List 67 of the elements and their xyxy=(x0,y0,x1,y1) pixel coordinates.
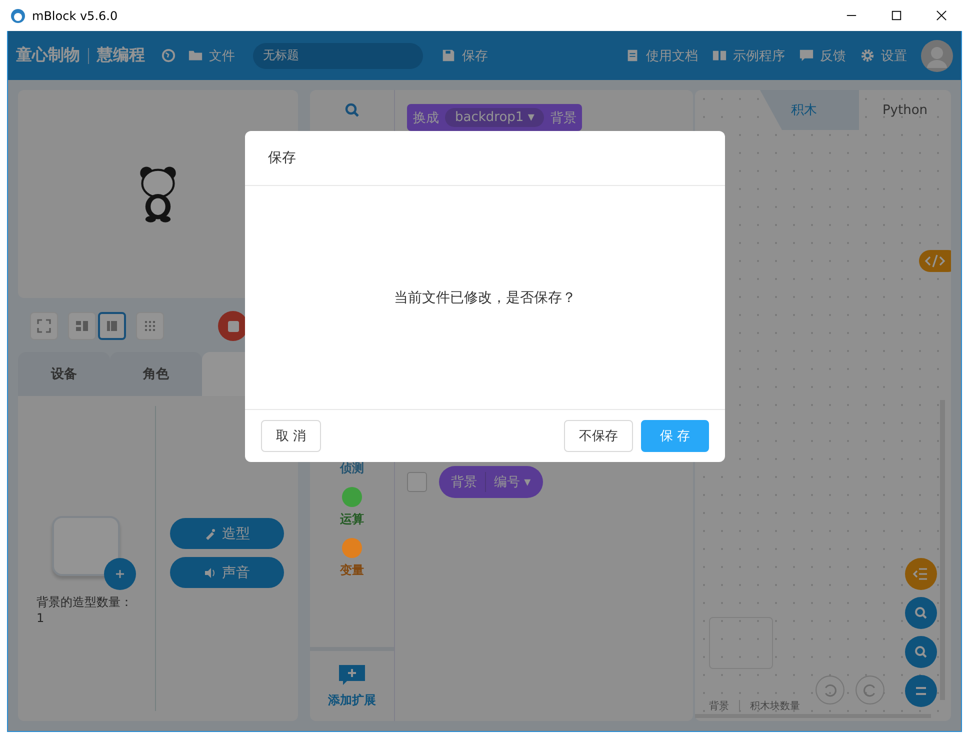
project-name-field[interactable]: 无标题 xyxy=(253,42,423,68)
avatar-icon[interactable] xyxy=(921,40,953,72)
add-extension-button[interactable]: 添加扩展 xyxy=(310,651,394,721)
dialog-button[interactable]: 取 消 xyxy=(261,420,322,452)
settings-icon xyxy=(860,48,875,63)
save-button[interactable]: 保存 xyxy=(441,46,488,64)
zoom-out-icon[interactable] xyxy=(905,636,937,668)
minimap xyxy=(709,617,773,669)
close-icon[interactable] xyxy=(936,10,947,21)
block-dropdown[interactable]: backdrop1 ▾ xyxy=(445,108,544,127)
category-item[interactable]: 运算 xyxy=(340,487,364,528)
speaker-icon xyxy=(204,566,216,578)
target-name: 背景 xyxy=(709,700,729,713)
add-extension-icon xyxy=(338,664,366,686)
grid-icon xyxy=(143,319,157,333)
zoom-in-icon[interactable] xyxy=(905,597,937,629)
dialog-message: 当前文件已修改，是否保存？ xyxy=(394,288,576,306)
product-name: 慧编程 xyxy=(97,45,145,66)
costume-count-text: 背景的造型数量：1 xyxy=(36,594,134,625)
code-block[interactable]: 换成 backdrop1 ▾ 背景 xyxy=(407,104,582,131)
panel-tab[interactable]: 角色 xyxy=(110,352,202,396)
reporter-block[interactable]: 背景 编号 ▾ xyxy=(439,466,543,498)
pill-button[interactable]: 造型 xyxy=(170,518,284,549)
category-item[interactable]: 侦测 xyxy=(340,436,364,477)
view-mode-button[interactable] xyxy=(98,312,126,340)
sprite-drawing xyxy=(137,164,179,224)
dialog-title: 保存 xyxy=(268,149,296,167)
clean-up-icon[interactable] xyxy=(905,558,937,590)
block-checkbox[interactable] xyxy=(407,472,427,492)
header-link[interactable]: 使用文档 xyxy=(625,46,698,64)
dialog-button[interactable]: 保 存 xyxy=(640,420,709,452)
add-backdrop-button[interactable] xyxy=(104,558,136,590)
header-link[interactable]: 示例程序 xyxy=(712,46,785,64)
search-icon[interactable] xyxy=(344,102,360,118)
block-text: 背景 xyxy=(451,474,477,491)
stop-button[interactable] xyxy=(218,311,248,341)
block-text: 背景 xyxy=(550,110,576,126)
block-count-label: 积木块数量 xyxy=(750,700,800,713)
chat-icon xyxy=(799,48,814,63)
folder-icon xyxy=(188,48,203,63)
redo-icon[interactable] xyxy=(855,675,885,705)
header-link[interactable]: 反馈 xyxy=(799,46,846,64)
large-layout-icon xyxy=(105,319,119,333)
code-tab[interactable]: Python xyxy=(859,90,951,130)
block-dropdown[interactable]: 编号 ▾ xyxy=(494,473,531,491)
floppy-icon xyxy=(441,48,456,63)
brand-name: 童心制物 xyxy=(16,45,80,66)
undo-icon[interactable] xyxy=(815,675,845,705)
plus-icon xyxy=(114,569,124,579)
window-title: mBlock v5.6.0 xyxy=(32,8,118,22)
reset-zoom-icon[interactable] xyxy=(905,675,937,707)
block-text: 换成 xyxy=(413,110,439,126)
panel-tab[interactable]: 设备 xyxy=(18,352,110,396)
category-item[interactable]: 变量 xyxy=(340,538,364,579)
book-icon xyxy=(712,48,727,63)
file-menu[interactable]: 文件 xyxy=(188,46,235,64)
code-toggle-icon[interactable] xyxy=(919,250,951,272)
fullscreen-icon xyxy=(37,319,51,333)
dialog-button[interactable]: 不保存 xyxy=(564,420,633,452)
app-icon xyxy=(10,8,26,24)
pill-button[interactable]: 声音 xyxy=(170,557,284,588)
brush-icon xyxy=(204,528,216,540)
header-link[interactable]: 设置 xyxy=(860,46,907,64)
backdrop-thumbnail[interactable] xyxy=(52,516,120,576)
maximize-icon[interactable] xyxy=(891,10,902,21)
small-layout-icon xyxy=(75,319,89,333)
document-icon xyxy=(625,48,640,63)
